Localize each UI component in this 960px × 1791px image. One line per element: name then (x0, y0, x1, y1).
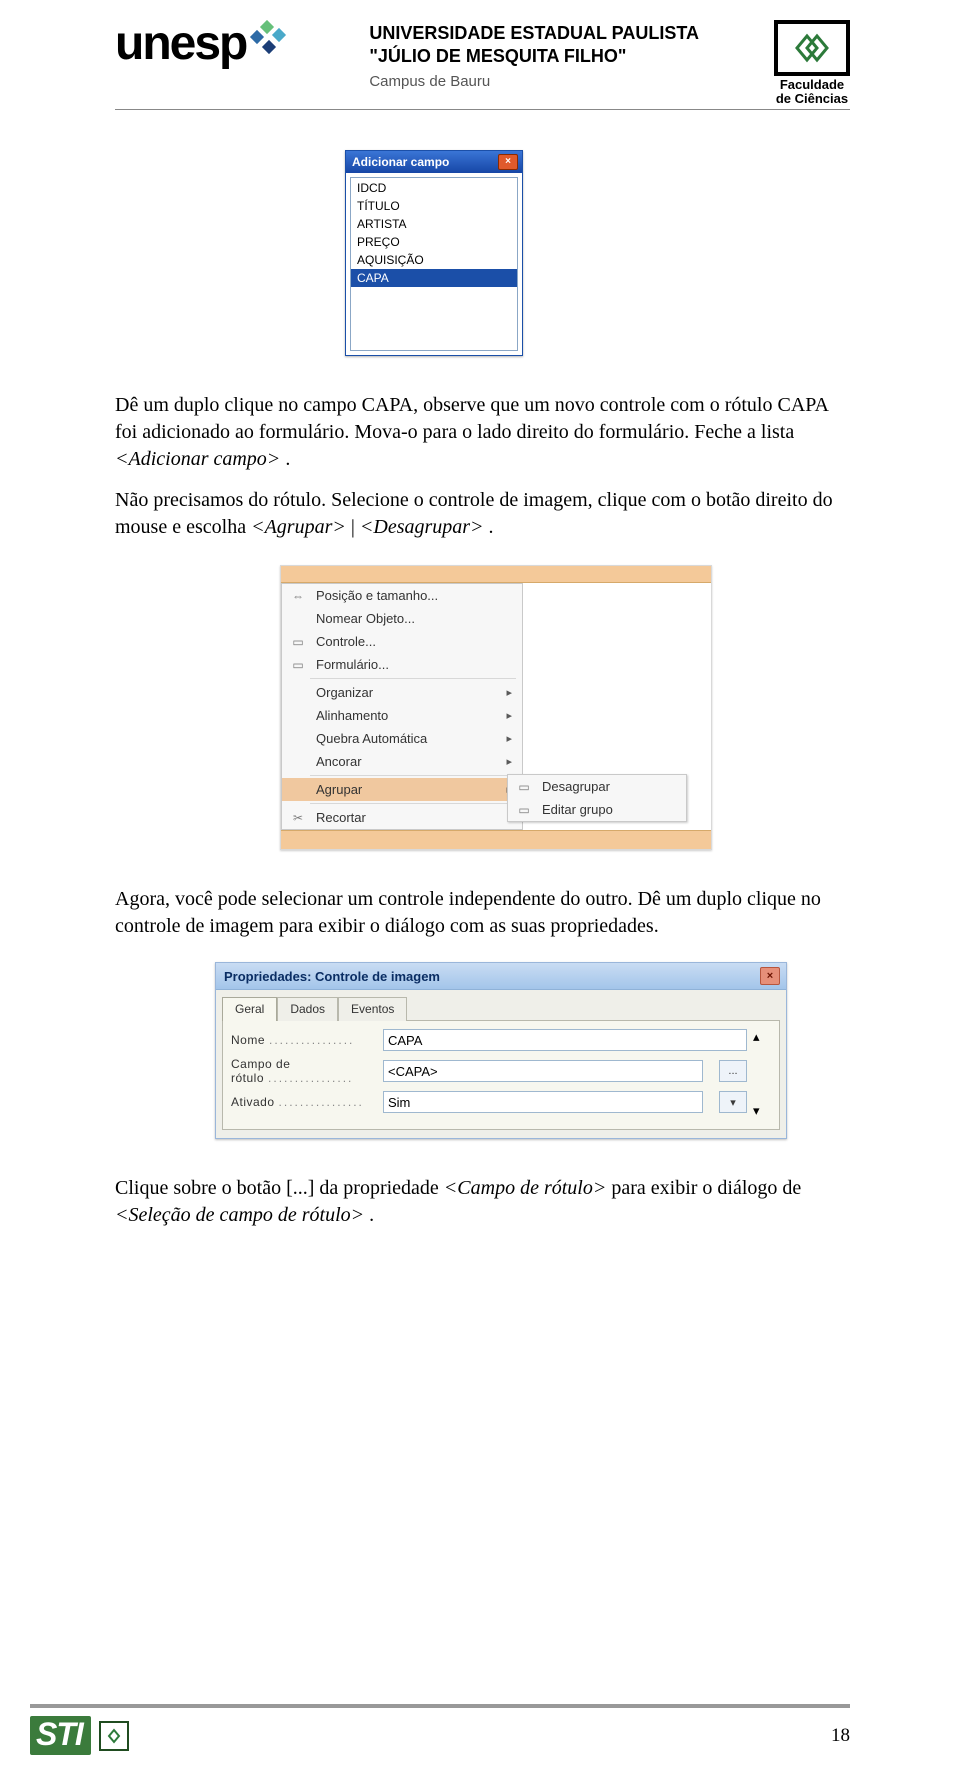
prop-label-ativado: Ativado (231, 1095, 371, 1109)
unesp-diamonds-icon (248, 20, 294, 62)
menu-item-position[interactable]: ⇔ Posição e tamanho... (282, 584, 522, 607)
menu-item-ancorar[interactable]: Ancorar ▸ (282, 750, 522, 773)
properties-tabs: Geral Dados Eventos (216, 990, 786, 1020)
properties-title: Propriedades: Controle de imagem (224, 969, 440, 984)
prop-label-rotulo: Campo de rótulo (231, 1057, 371, 1085)
sti-wordmark: STI (30, 1716, 91, 1755)
paragraph-3: Agora, você pode selecionar um controle … (115, 886, 850, 940)
prop-row-nome: Nome (231, 1029, 747, 1051)
chevron-right-icon: ▸ (506, 709, 512, 722)
menu-separator (310, 678, 516, 679)
italic-ref: <Adicionar campo> (115, 448, 280, 470)
menu-item-alinhamento[interactable]: Alinhamento ▸ (282, 704, 522, 727)
fc-box-icon (774, 20, 850, 76)
header-campus: Campus de Bauru (369, 72, 699, 92)
tab-eventos[interactable]: Eventos (338, 997, 407, 1021)
control-icon: ▭ (288, 635, 308, 649)
italic-ref: <Seleção de campo de rótulo> (115, 1204, 364, 1226)
chevron-right-icon: ▸ (506, 755, 512, 768)
position-size-icon: ⇔ (288, 589, 308, 603)
add-field-title: Adicionar campo (352, 155, 449, 169)
properties-dialog: Propriedades: Controle de imagem × Geral… (215, 962, 787, 1139)
menu-separator (310, 803, 516, 804)
italic-ref: <Agrupar> (251, 516, 346, 538)
close-icon[interactable]: × (760, 967, 780, 985)
tab-geral[interactable]: Geral (222, 997, 277, 1021)
form-bg-strip (281, 566, 711, 583)
italic-ref: <Desagrupar> (360, 516, 484, 538)
paragraph-2: Não precisamos do rótulo. Selecione o co… (115, 487, 850, 541)
prop-label-nome: Nome (231, 1033, 371, 1047)
prop-input-nome[interactable] (383, 1029, 747, 1051)
header-line2: "JÚLIO DE MESQUITA FILHO" (369, 45, 699, 68)
edit-group-icon: ▭ (514, 803, 534, 817)
context-menu-figure: ⇔ Posição e tamanho... Nomear Objeto... … (280, 565, 712, 850)
close-icon[interactable]: × (498, 154, 518, 170)
logo-faculdade: Faculdade de Ciências (774, 20, 850, 105)
list-item[interactable]: TÍTULO (351, 197, 517, 215)
tab-panel-geral: Nome Campo de rótulo ... Ativado (222, 1020, 780, 1130)
chevron-right-icon: ▸ (506, 732, 512, 745)
nome-input[interactable] (384, 1033, 746, 1048)
page-header: unesp UNIVERSIDADE ESTADUAL PAULISTA "JÚ… (115, 20, 850, 110)
submenu-item-editar-grupo[interactable]: ▭ Editar grupo (508, 798, 686, 821)
page-number: 18 (831, 1725, 850, 1747)
properties-titlebar[interactable]: Propriedades: Controle de imagem × (216, 963, 786, 990)
menu-item-agrupar[interactable]: Agrupar ▸ ▭ Desagrupar ▭ Editar grupo (282, 778, 522, 801)
prop-row-ativado: Ativado ▾ (231, 1091, 747, 1113)
list-item[interactable]: IDCD (351, 179, 517, 197)
paragraph-4: Clique sobre o botão [...] da propriedad… (115, 1175, 850, 1229)
sti-mini-icon (99, 1721, 129, 1751)
prop-row-rotulo: Campo de rótulo ... (231, 1057, 747, 1085)
rotulo-input[interactable] (384, 1064, 702, 1079)
unesp-wordmark: unesp (115, 20, 246, 68)
ativado-input[interactable] (384, 1095, 702, 1110)
scroll-up-icon[interactable]: ▴ (753, 1029, 771, 1045)
paragraph-1: Dê um duplo clique no campo CAPA, observ… (115, 392, 850, 473)
form-bg-strip (281, 830, 711, 849)
cut-icon: ✂ (288, 811, 308, 825)
prop-select-ativado[interactable] (383, 1091, 703, 1113)
list-item[interactable]: ARTISTA (351, 215, 517, 233)
prop-input-rotulo[interactable] (383, 1060, 703, 1082)
menu-item-recortar[interactable]: ✂ Recortar (282, 806, 522, 829)
menu-separator (310, 775, 516, 776)
list-item[interactable]: AQUISIÇÃO (351, 251, 517, 269)
fc-text2: de Ciências (774, 92, 850, 106)
footer-rule (30, 1704, 850, 1708)
add-field-titlebar[interactable]: Adicionar campo × (346, 151, 522, 173)
scroll-down-icon[interactable]: ▾ (753, 1103, 771, 1119)
menu-item-formulario[interactable]: ▭ Formulário... (282, 653, 522, 676)
header-line1: UNIVERSIDADE ESTADUAL PAULISTA (369, 22, 699, 45)
submenu-item-desagrupar[interactable]: ▭ Desagrupar (508, 775, 686, 798)
page-footer: STI 18 (0, 1704, 960, 1755)
header-institution: UNIVERSIDADE ESTADUAL PAULISTA "JÚLIO DE… (369, 20, 699, 91)
list-item[interactable]: PREÇO (351, 233, 517, 251)
form-icon: ▭ (288, 658, 308, 672)
fc-text1: Faculdade (774, 78, 850, 92)
ungroup-icon: ▭ (514, 780, 534, 794)
menu-item-quebra[interactable]: Quebra Automática ▸ (282, 727, 522, 750)
italic-ref: <Campo de rótulo> (444, 1177, 607, 1199)
logo-unesp: unesp (115, 20, 294, 68)
menu-item-organizar[interactable]: Organizar ▸ (282, 681, 522, 704)
context-menu[interactable]: ⇔ Posição e tamanho... Nomear Objeto... … (281, 583, 523, 830)
panel-scrollbar[interactable]: ▴ ▾ (753, 1029, 771, 1119)
logo-sti: STI (30, 1716, 129, 1755)
menu-item-nomear[interactable]: Nomear Objeto... (282, 607, 522, 630)
chevron-right-icon: ▸ (506, 686, 512, 699)
submenu-agrupar[interactable]: ▭ Desagrupar ▭ Editar grupo (507, 774, 687, 822)
menu-item-controle[interactable]: ▭ Controle... (282, 630, 522, 653)
dropdown-icon[interactable]: ▾ (719, 1091, 747, 1113)
tab-dados[interactable]: Dados (277, 997, 338, 1021)
list-item-selected[interactable]: CAPA (351, 269, 517, 287)
rotulo-browse-button[interactable]: ... (719, 1060, 747, 1082)
field-listbox[interactable]: IDCD TÍTULO ARTISTA PREÇO AQUISIÇÃO CAPA (350, 177, 518, 351)
add-field-dialog: Adicionar campo × IDCD TÍTULO ARTISTA PR… (345, 150, 523, 356)
